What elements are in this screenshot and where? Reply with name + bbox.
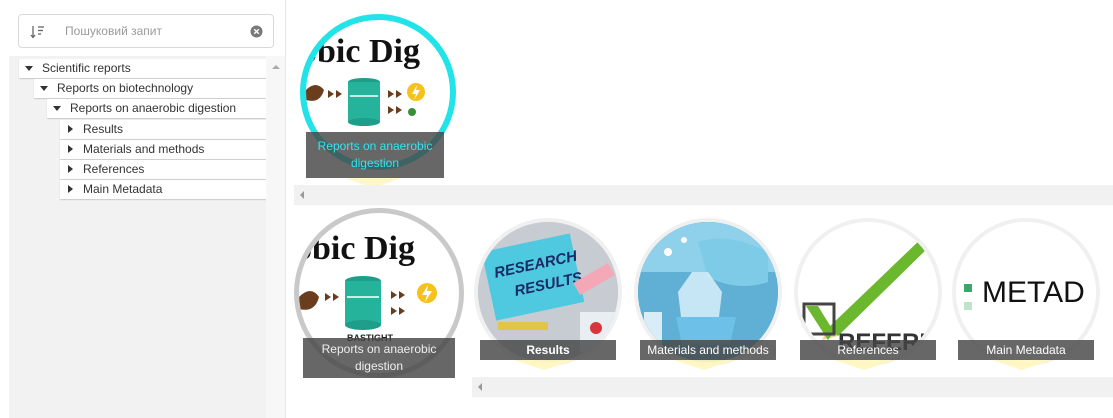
thumbnail-title-text: obic Dig [306,33,420,70]
caption-pointer [834,360,894,370]
collapse-arrow-icon[interactable] [68,145,73,153]
child-card-caption: References [800,340,936,360]
thumbnail-title-text: METAD [982,276,1085,309]
child-card-references[interactable]: REFERENC References [794,218,944,388]
tree-panel: Scientific reports Reports on biotechnol… [9,56,266,418]
caption-pointer [514,360,574,370]
tree-scrollbar[interactable] [266,56,285,418]
caption-pointer [992,360,1052,370]
tree-node-main-metadata[interactable]: Main Metadata [60,180,266,199]
tree-node-label: Materials and methods [83,142,205,156]
tree-node-materials-and-methods[interactable]: Materials and methods [60,140,266,159]
collapse-arrow-icon[interactable] [68,185,73,193]
child-card-results[interactable]: RESEARCH RESULTS Results [474,218,624,388]
sidebar: Scientific reports Reports on biotechnol… [0,0,286,418]
child-card-materials-and-methods[interactable]: Materials and methods [634,218,784,388]
scroll-left-icon[interactable] [478,383,482,391]
child-card-caption: Materials and methods [640,340,776,360]
thumbnail-title-text: obic Dig [299,230,415,267]
child-card-caption: Results [480,340,616,360]
expand-arrow-icon[interactable] [25,66,33,71]
selected-node-card[interactable]: obic Dig Reports on anaerobic digestion [300,14,460,188]
expand-arrow-icon[interactable] [53,106,61,111]
selected-node-caption: Reports on anaerobic digestion [306,132,444,178]
collapse-arrow-icon[interactable] [68,125,73,133]
caption-pointer [674,360,734,370]
tree-node-label: Results [83,122,124,136]
main-area: obic Dig Reports on anaerobic digestion [286,0,1113,418]
child-card-caption: Main Metadata [958,340,1094,360]
tree-node-reports-on-biotechnology[interactable]: Reports on biotechnology [34,79,266,98]
child-card-main-metadata[interactable]: METAD Main Metadata [952,218,1102,388]
tree-node-scientific-reports[interactable]: Scientific reports [19,59,266,78]
expand-arrow-icon[interactable] [40,86,48,91]
tree-node-references[interactable]: References [60,160,266,179]
tree-node-label: References [83,162,145,176]
scroll-left-icon[interactable] [300,191,304,199]
bottom-horizontal-scrollbar[interactable] [472,377,1113,397]
top-horizontal-scrollbar[interactable] [294,185,1113,205]
sort-icon[interactable] [29,23,47,41]
clear-search-icon[interactable] [250,25,263,38]
child-card-caption: Reports on anaerobic digestion [303,338,455,378]
tree-node-label: Reports on anaerobic digestion [70,101,237,115]
tree-node-reports-on-anaerobic-digestion[interactable]: Reports on anaerobic digestion [47,99,266,118]
child-card-anaerobic-digestion[interactable]: obic Dig BASTIGHT Reports on anaerobic d… [294,208,464,388]
tree-node-results[interactable]: Results [60,120,266,139]
search-box [18,14,274,48]
search-input[interactable] [65,21,245,41]
tree-node-label: Main Metadata [83,182,163,196]
collapse-arrow-icon[interactable] [68,165,73,173]
tree-node-label: Reports on biotechnology [57,81,194,95]
scroll-up-icon[interactable] [272,65,280,69]
tree-node-label: Scientific reports [42,61,131,75]
